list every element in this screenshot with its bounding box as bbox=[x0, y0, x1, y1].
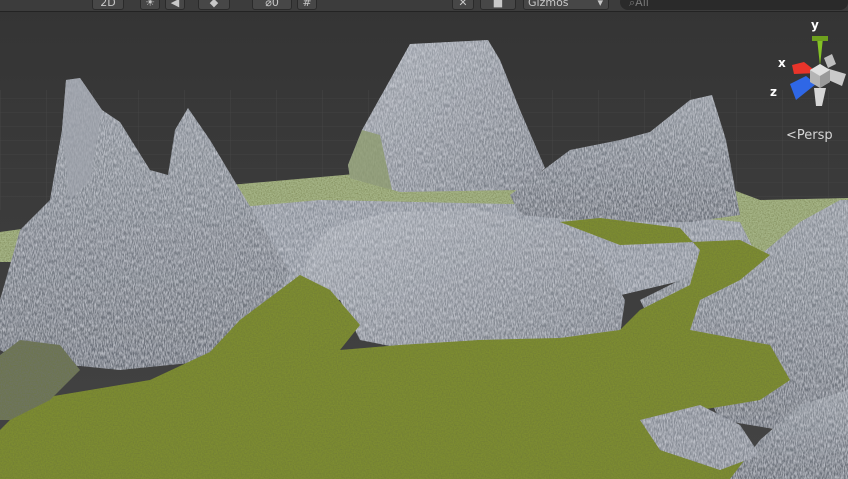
scene-viewport[interactable]: 2D ☀ ◀ ◆ ⌀ 0 # ✕ ■ Gizmos ▾ ⌕ All y x z … bbox=[0, 0, 848, 479]
hidden-objects-count: 0 bbox=[271, 0, 279, 9]
effects-icon: ◆ bbox=[209, 0, 219, 9]
projection-toggle[interactable]: <Persp bbox=[786, 128, 833, 143]
audio-icon: ◀ bbox=[170, 0, 180, 9]
y-axis-label: y bbox=[811, 18, 819, 32]
hierarchy-search-input[interactable]: ⌕ All bbox=[620, 0, 848, 10]
camera-settings-button[interactable]: ■ bbox=[480, 0, 516, 10]
hidden-objects-icon: ⌀ bbox=[265, 0, 272, 9]
z-axis-label: z bbox=[770, 85, 777, 99]
hidden-objects-toggle[interactable]: ⌀ 0 bbox=[252, 0, 292, 10]
projection-label: Persp bbox=[796, 128, 833, 143]
search-placeholder: All bbox=[635, 0, 649, 9]
grid-icon: # bbox=[302, 0, 312, 9]
y-axis-cone[interactable] bbox=[817, 38, 823, 66]
orientation-gizmo[interactable]: y x z bbox=[770, 18, 848, 110]
chevron-left-icon: < bbox=[786, 128, 797, 143]
2d-mode-label: 2D bbox=[100, 0, 116, 9]
scene-audio-toggle[interactable]: ◀ bbox=[165, 0, 185, 10]
scene-lighting-toggle[interactable]: ☀ bbox=[140, 0, 160, 10]
2d-mode-toggle[interactable]: 2D bbox=[92, 0, 124, 10]
negative-y-cone[interactable] bbox=[814, 88, 826, 106]
camera-icon: ■ bbox=[492, 0, 504, 9]
effects-dropdown[interactable]: ◆ bbox=[198, 0, 230, 10]
tools-button[interactable]: ✕ bbox=[452, 0, 474, 10]
gizmos-label: Gizmos bbox=[528, 0, 569, 9]
light-icon: ☀ bbox=[145, 0, 155, 9]
scene-toolbar: 2D ☀ ◀ ◆ ⌀ 0 # ✕ ■ Gizmos ▾ ⌕ All bbox=[0, 0, 848, 12]
terrain-render[interactable] bbox=[0, 0, 848, 479]
chevron-down-icon: ▾ bbox=[597, 0, 603, 9]
tools-icon: ✕ bbox=[458, 0, 468, 9]
gizmos-dropdown[interactable]: Gizmos ▾ bbox=[523, 0, 609, 10]
negative-z-cone[interactable] bbox=[824, 54, 836, 68]
x-axis-label: x bbox=[778, 56, 786, 70]
grid-toggle[interactable]: # bbox=[297, 0, 317, 10]
